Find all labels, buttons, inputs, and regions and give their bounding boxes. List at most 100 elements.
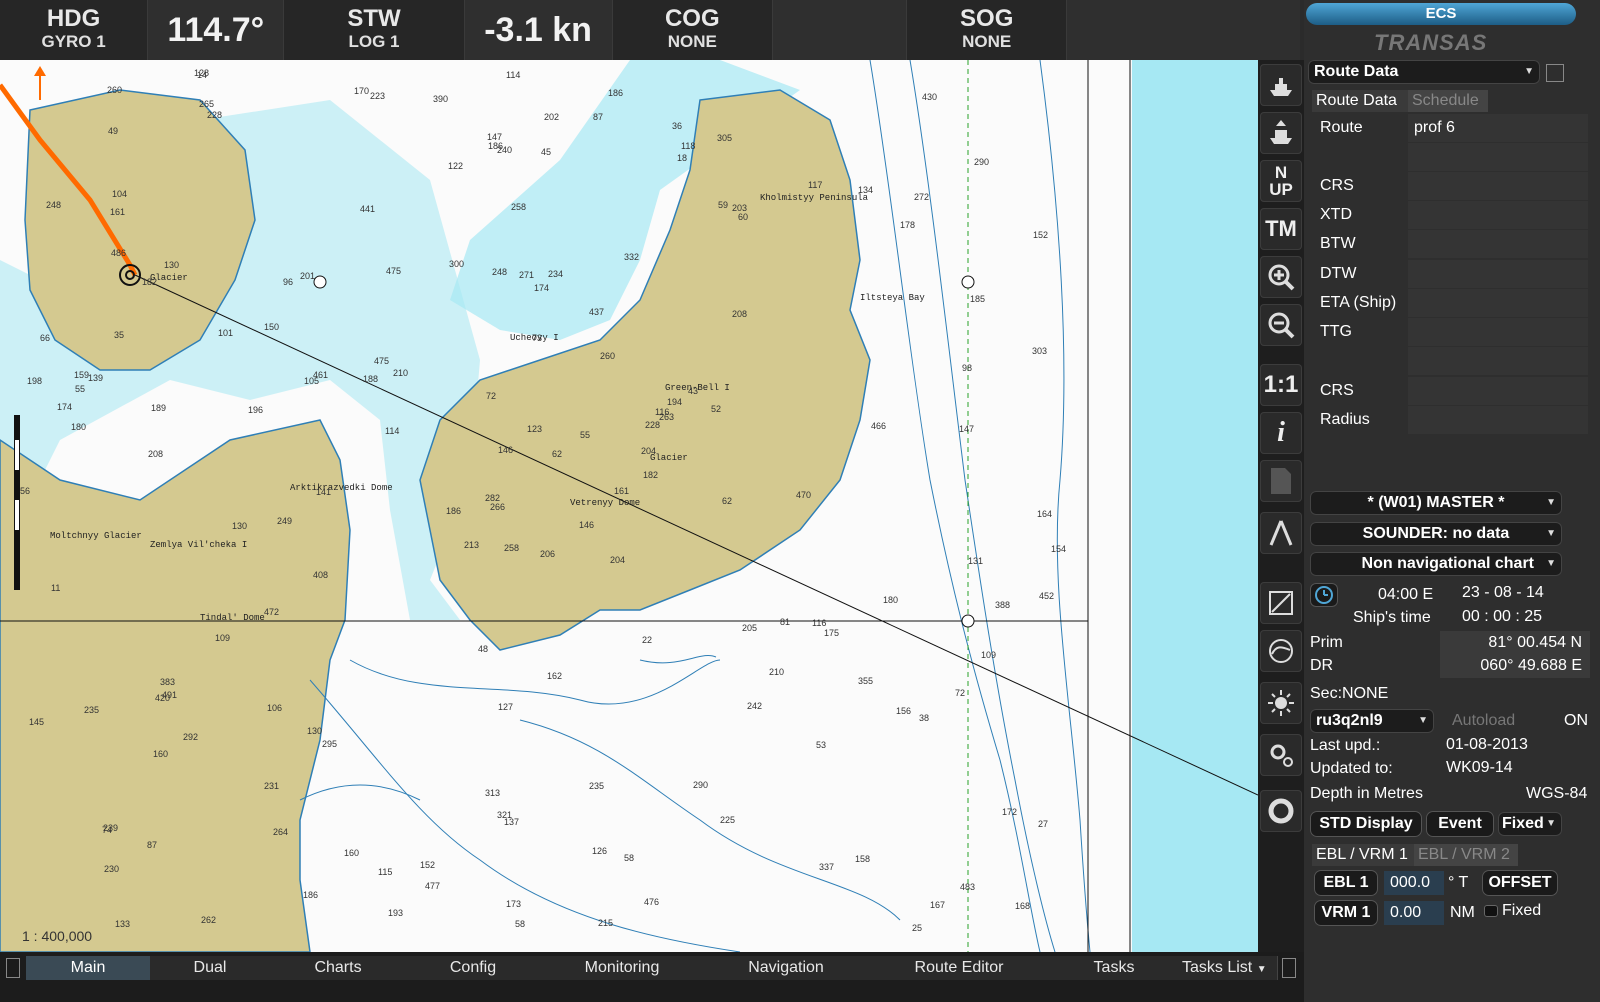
- route-data-dropdown[interactable]: Route Data ▼: [1308, 60, 1540, 84]
- settings-button[interactable]: [1260, 734, 1302, 776]
- tab-monitoring[interactable]: Monitoring: [540, 956, 705, 980]
- xtd-label: XTD: [1320, 206, 1352, 223]
- tab-dual[interactable]: Dual: [150, 956, 271, 980]
- depth-sounding: 154: [1051, 544, 1066, 554]
- depth-sounding: 139: [88, 373, 103, 383]
- eta-value: [1408, 289, 1588, 317]
- tab-navigation[interactable]: Navigation: [704, 956, 869, 980]
- depth-sounding: 126: [592, 846, 607, 856]
- depth-sounding: 104: [112, 189, 127, 199]
- chart-doc-button[interactable]: [1260, 460, 1302, 502]
- ship-centre-button[interactable]: [1260, 64, 1302, 106]
- tab-schedule[interactable]: Schedule: [1408, 90, 1488, 112]
- std-display-button[interactable]: STD Display: [1310, 811, 1422, 837]
- depth-sounding: 201: [300, 271, 315, 281]
- clock-icon: [1315, 586, 1333, 604]
- panel-toggle-right-icon[interactable]: [1282, 958, 1296, 978]
- sounder-dropdown[interactable]: SOUNDER: no data ▼: [1310, 522, 1562, 546]
- fixed-dropdown[interactable]: Fixed ▼: [1498, 812, 1562, 836]
- ebl1-value-input[interactable]: 000.0: [1384, 871, 1444, 895]
- ebl1-unit: ° T: [1448, 874, 1469, 891]
- status-bar: HDG GYRO 1 114.7° STW LOG 1 -3.1 kn COG …: [0, 0, 1300, 60]
- chart-mode-label: Non navigational chart: [1361, 555, 1534, 572]
- depth-sounding: 230: [104, 864, 119, 874]
- ships-time-label: Ship's time: [1353, 609, 1431, 626]
- ship-lock-button[interactable]: [1260, 112, 1302, 154]
- stw-source: LOG 1: [348, 32, 400, 51]
- depth-sounding: 223: [370, 91, 385, 101]
- hdg-label: HDG: [46, 5, 101, 32]
- zoom-in-button[interactable]: [1260, 256, 1302, 298]
- north-up-button[interactable]: N UP: [1260, 160, 1302, 202]
- depth-sounding: 258: [511, 202, 526, 212]
- fixed-checkbox[interactable]: [1484, 905, 1498, 917]
- tab-ebl-vrm-2[interactable]: EBL / VRM 2: [1414, 844, 1518, 866]
- brightness-button[interactable]: [1260, 682, 1302, 724]
- hdg-value: 114.7°: [148, 0, 285, 60]
- ebl1-button[interactable]: EBL 1: [1314, 870, 1378, 896]
- depth-sounding: 491: [162, 690, 177, 700]
- chart-mode-dropdown[interactable]: Non navigational chart ▼: [1310, 552, 1562, 576]
- undock-icon[interactable]: [1546, 64, 1564, 82]
- depth-contour-1: [869, 60, 1041, 952]
- chevron-down-icon: ▼: [1418, 715, 1428, 726]
- depth-sounding: 472: [264, 607, 279, 617]
- depth-sounding: 60: [738, 212, 748, 222]
- depth-sounding: 66: [40, 333, 50, 343]
- offset-button[interactable]: OFFSET: [1482, 870, 1558, 896]
- tab-ebl-vrm-1[interactable]: EBL / VRM 1: [1312, 844, 1416, 866]
- prim-position: 81° 00.454 N: [1440, 631, 1590, 655]
- info-button[interactable]: i: [1260, 412, 1302, 454]
- updated-to-value: WK09-14: [1446, 759, 1513, 776]
- depth-sounding: 162: [547, 671, 562, 681]
- route-monitor-button[interactable]: [1260, 582, 1302, 624]
- scale-one-to-one-button[interactable]: 1:1: [1260, 364, 1302, 406]
- zoom-out-icon: [1268, 312, 1295, 339]
- tab-route-data[interactable]: Route Data: [1312, 90, 1411, 112]
- depth-sounding: 266: [490, 502, 505, 512]
- sun-icon: [1268, 690, 1294, 716]
- chart-scale-label: 1 : 400,000: [22, 928, 93, 944]
- depth-sounding: 146: [498, 445, 513, 455]
- time-zone: 04:00 E: [1378, 586, 1434, 603]
- master-dropdown[interactable]: * (W01) MASTER * ▼: [1310, 491, 1562, 515]
- chevron-down-icon: ▼: [1546, 558, 1556, 569]
- tide-button[interactable]: [1260, 630, 1302, 672]
- depth-sounding: 483: [960, 882, 975, 892]
- tab-charts[interactable]: Charts: [270, 956, 407, 980]
- chevron-down-icon: ▼: [1546, 528, 1556, 539]
- dr-label: DR: [1310, 657, 1334, 674]
- depth-sounding: 205: [742, 623, 757, 633]
- clock-button[interactable]: [1310, 583, 1338, 607]
- tab-tasks[interactable]: Tasks: [1050, 956, 1179, 980]
- depth-sounding: 234: [548, 269, 563, 279]
- tab-tasks-list[interactable]: Tasks List ▼: [1178, 956, 1278, 980]
- sog-source: NONE: [962, 32, 1012, 51]
- vrm1-value-input[interactable]: 0.00: [1384, 901, 1444, 925]
- tab-route-editor[interactable]: Route Editor: [868, 956, 1051, 980]
- autoload-label[interactable]: Autoload: [1452, 712, 1515, 730]
- btw-label: BTW: [1320, 235, 1356, 252]
- place-name: Iltsteya Bay: [860, 293, 925, 303]
- event-button[interactable]: Event: [1426, 811, 1494, 837]
- panel-toggle-left-icon[interactable]: [6, 958, 20, 978]
- nautical-chart[interactable]: Glacier Kholmistyy Peninsula Green-Bell IG…: [0, 60, 1258, 952]
- depth-sounding: 160: [344, 848, 359, 858]
- tab-config[interactable]: Config: [406, 956, 541, 980]
- ring-tool-button[interactable]: [1260, 790, 1302, 832]
- ship-up-icon: [1270, 120, 1292, 144]
- chevron-down-icon: ▼: [1256, 964, 1267, 975]
- depth-sounding: 231: [264, 781, 279, 791]
- zoom-out-button[interactable]: [1260, 304, 1302, 346]
- measure-tool-button[interactable]: [1260, 512, 1302, 554]
- tab-main[interactable]: Main: [26, 956, 151, 980]
- depth-sounding: 48: [478, 644, 488, 654]
- cog-label-cell: COG NONE: [613, 0, 773, 60]
- vrm1-button[interactable]: VRM 1: [1314, 900, 1378, 926]
- ttg-value: [1408, 318, 1588, 346]
- true-motion-button[interactable]: TM: [1260, 208, 1302, 250]
- chart-canvas[interactable]: GlacierKholmistyy PeninsulaGreen-Bell IG…: [0, 60, 1258, 952]
- chart-cell-dropdown[interactable]: ru3q2nl9 ▼: [1310, 709, 1434, 733]
- place-name: Tindal' Dome: [200, 613, 265, 623]
- depth-sounding: 437: [589, 307, 604, 317]
